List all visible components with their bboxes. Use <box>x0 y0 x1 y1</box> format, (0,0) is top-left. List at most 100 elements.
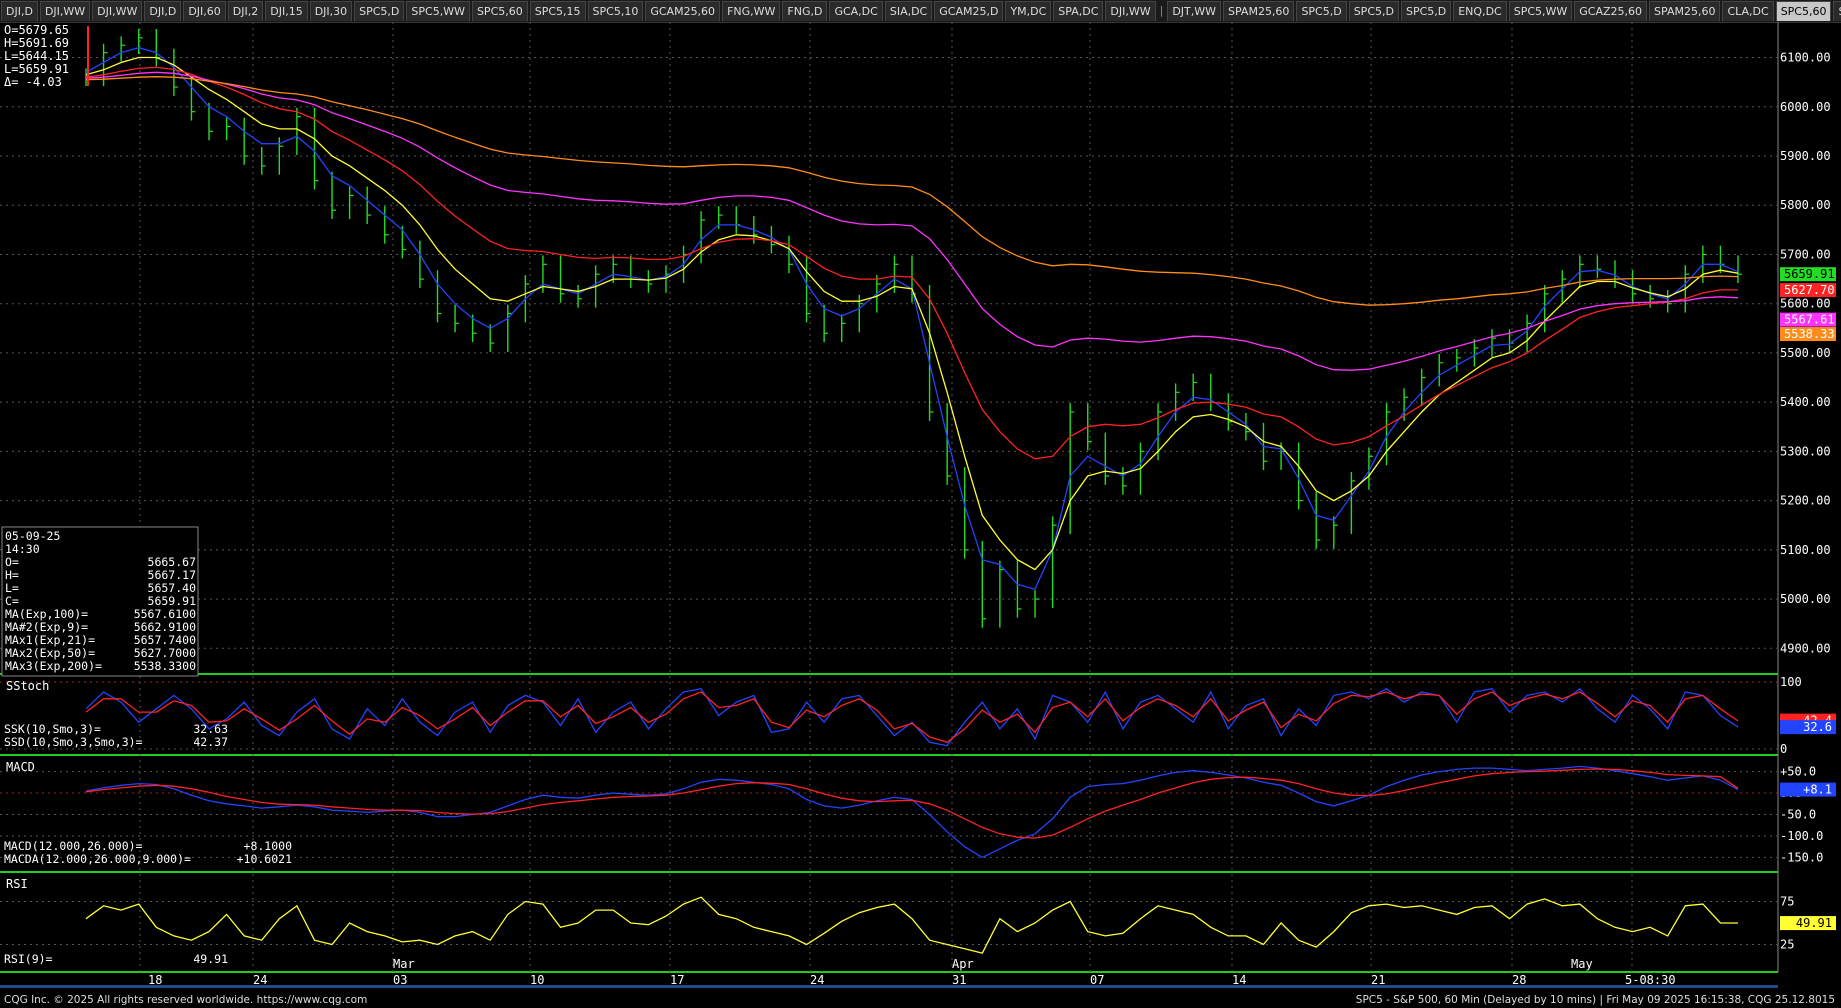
bar-info-value: 5657.7400 <box>134 633 196 647</box>
bar-info-label: MA#2(Exp,9)= <box>5 620 88 634</box>
price-tick-label: 6000.00 <box>1780 100 1831 114</box>
sstoch-line-ssk <box>85 687 1739 747</box>
tab-spc5-ww[interactable]: SPC5,WW <box>406 1 470 21</box>
date-axis-label: 24 <box>253 973 267 987</box>
bar-info-label: H= <box>5 568 19 582</box>
bar-info-label: L= <box>5 581 19 595</box>
tab-spam25-60[interactable]: SPAM25,60 <box>1649 1 1721 21</box>
sstoch-line-ssd <box>85 691 1739 744</box>
copyright-text: CQG Inc. © 2025 All rights reserved worl… <box>4 994 368 1006</box>
macd-tick-label: +50.0 <box>1780 765 1816 779</box>
sstoch-value-label: 32.6 <box>1803 720 1832 734</box>
tab-djt-ww[interactable]: DJT,WW <box>1167 1 1222 21</box>
tab-sox-ww[interactable]: SOX,WW <box>1833 1 1841 21</box>
tab-spc5-60[interactable]: SPC5,60 <box>1775 1 1832 21</box>
tab-spam25-60[interactable]: SPAM25,60 <box>1223 1 1295 21</box>
tab-dji-2[interactable]: DJI,2 <box>227 1 264 21</box>
last-value-label-ema200: 5538.33 <box>1784 327 1835 341</box>
date-axis-label: 24 <box>810 973 824 987</box>
last-value-label-price: 5659.91 <box>1784 267 1835 281</box>
tab-spc5-ww[interactable]: SPC5,WW <box>1508 1 1573 21</box>
date-axis-label: Apr <box>952 957 974 971</box>
rsi-tick-label: 75 <box>1780 895 1794 909</box>
tab-enq-dc[interactable]: ENQ,DC <box>1453 1 1507 21</box>
sstoch-readout-value: 42.37 <box>193 735 228 749</box>
instrument-status-text: SPC5 - S&P 500, 60 Min (Delayed by 10 mi… <box>1355 994 1835 1006</box>
price-tick-label: 5900.00 <box>1780 149 1831 163</box>
tab-spc5-15[interactable]: SPC5,15 <box>529 1 586 21</box>
price-tick-label: 5600.00 <box>1780 297 1831 311</box>
bar-info-value: 5665.67 <box>148 555 197 569</box>
tab-dji-ww[interactable]: DJI,WW <box>1105 1 1156 21</box>
date-axis-label: 31 <box>952 973 966 987</box>
ma-line-ema9 <box>85 47 1739 590</box>
sstoch-tick-label: 0 <box>1780 742 1787 756</box>
tab-spc5-10[interactable]: SPC5,10 <box>587 1 644 21</box>
bar-info-label: C= <box>5 594 19 608</box>
tab-dji-15[interactable]: DJI,15 <box>265 1 308 21</box>
sstoch-readout-label: SSD(10,Smo,3,Smo,3)= <box>4 735 143 749</box>
sstoch-readout-value: 32.63 <box>193 722 228 736</box>
footer-bar: CQG Inc. © 2025 All rights reserved worl… <box>0 993 1841 1008</box>
tab-dji-30[interactable]: DJI,30 <box>309 1 353 21</box>
bar-info-label: MA(Exp,100)= <box>5 607 88 621</box>
tab-gcam25-60[interactable]: GCAM25,60 <box>645 1 721 21</box>
bar-info-value: 5657.40 <box>148 581 197 595</box>
tab-fng-ww[interactable]: FNG,WW <box>722 1 781 21</box>
bar-info-value: 5659.91 <box>148 594 197 608</box>
macd-readout-label: MACD(12.000,26.000)= <box>4 839 143 853</box>
price-tick-label: 5000.00 <box>1780 592 1831 606</box>
bar-info-value: 5662.9100 <box>134 620 196 634</box>
price-tick-label: 5100.00 <box>1780 543 1831 557</box>
tab-dji-d[interactable]: DJI,D <box>144 1 182 21</box>
tab-fng-d[interactable]: FNG,D <box>782 1 828 21</box>
tab-spa-dc[interactable]: SPA,DC <box>1053 1 1104 21</box>
macd-line-macd <box>85 765 1739 859</box>
ma-line-ema100 <box>85 71 1739 371</box>
rsi-value-label: 49.91 <box>1796 916 1832 930</box>
price-tick-label: 6100.00 <box>1780 51 1831 65</box>
macd-readout-label: MACDA(12.000,26.000,9.000)= <box>4 852 191 866</box>
price-tick-label: 5800.00 <box>1780 198 1831 212</box>
date-axis-label: 5-08:30 <box>1625 973 1676 987</box>
tab-spc5-60[interactable]: SPC5,60 <box>471 1 528 21</box>
tab-dji-ww[interactable]: DJI,WW <box>92 1 143 21</box>
ohlc-readout-line: Δ= -4.03 <box>4 75 62 89</box>
tab-ym-dc[interactable]: YM,DC <box>1005 1 1052 21</box>
date-axis-label: 21 <box>1371 973 1385 987</box>
tab-dji-ww[interactable]: DJI,WW <box>39 1 91 21</box>
tab-spc5-d[interactable]: SPC5,D <box>1296 1 1347 21</box>
bar-info-label: O= <box>5 555 19 569</box>
last-value-label-ema100: 5567.61 <box>1784 313 1835 327</box>
tab-separator: | <box>1159 4 1164 17</box>
tab-dji-60[interactable]: DJI,60 <box>183 1 226 21</box>
last-value-label-ema50: 5627.70 <box>1784 283 1835 297</box>
price-tick-label: 4900.00 <box>1780 641 1831 655</box>
ohlc-readout-line: O=5679.65 <box>4 23 69 37</box>
symbol-tab-bar: DJI,D DJI,WW DJI,WW DJI,D DJI,60 DJI,2 DJI,15 D… <box>0 0 1841 23</box>
date-axis-label: Mar <box>393 957 415 971</box>
tab-dji-d[interactable]: DJI,D <box>1 1 38 21</box>
tab-gcam25-d[interactable]: GCAM25,D <box>934 1 1004 21</box>
macd-tick-label: -50.0 <box>1780 808 1816 822</box>
bar-info-label: MAx1(Exp,21)= <box>5 633 95 647</box>
bar-info-label: 14:30 <box>5 542 40 556</box>
tab-cla-dc[interactable]: CLA,DC <box>1722 1 1774 21</box>
tab-gca-dc[interactable]: GCA,DC <box>829 1 883 21</box>
sstoch-panel-title: SStoch <box>6 679 49 693</box>
date-axis-label: 10 <box>530 973 544 987</box>
price-tick-label: 5700.00 <box>1780 247 1831 261</box>
tab-gcaz25-60[interactable]: GCAZ25,60 <box>1574 1 1648 21</box>
tab-spc5-d[interactable]: SPC5,D <box>1348 1 1399 21</box>
sstoch-tick-label: 100 <box>1780 675 1802 689</box>
price-tick-label: 5300.00 <box>1780 444 1831 458</box>
rsi-tick-label: 25 <box>1780 938 1794 952</box>
date-axis-label: 28 <box>1512 973 1526 987</box>
tab-sia-dc[interactable]: SIA,DC <box>884 1 933 21</box>
tab-spc5-d[interactable]: SPC5,D <box>354 1 405 21</box>
rsi-readout-label: RSI(9)= <box>4 952 53 966</box>
rsi-panel-title: RSI <box>6 877 28 891</box>
ma-line-ema21 <box>85 56 1739 571</box>
chart-area[interactable]: 6100.00 6000.00 5900.00 5800.00 5700.00 5600.… <box>0 22 1841 993</box>
tab-spc5-d[interactable]: SPC5,D <box>1400 1 1452 21</box>
